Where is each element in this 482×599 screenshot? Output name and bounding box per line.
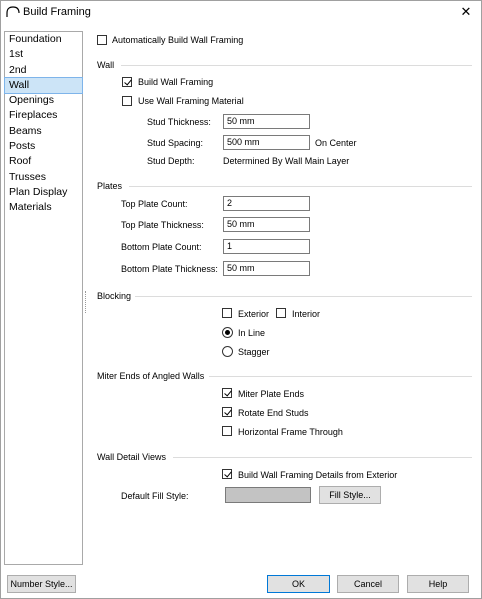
build-wall-framing-label: Build Wall Framing (138, 77, 214, 87)
stagger-label: Stagger (238, 347, 270, 357)
number-style-button[interactable]: Number Style... (7, 575, 76, 593)
sidebar-item-plan-display[interactable]: Plan Display (5, 185, 82, 200)
sidebar-item-foundation[interactable]: Foundation (5, 32, 82, 47)
close-icon: ✕ (460, 4, 472, 19)
build-details-checkbox[interactable] (222, 469, 232, 479)
build-wall-framing-checkbox[interactable] (122, 77, 132, 87)
app-arch-icon (6, 6, 20, 17)
in-line-radio[interactable] (222, 327, 233, 338)
build-framing-dialog: Build Framing ✕ Foundation 1st 2nd Wall Open… (0, 0, 482, 599)
cancel-button[interactable]: Cancel (337, 575, 399, 593)
detail-views-group-title: Wall Detail Views (97, 452, 167, 462)
sidebar-item-2nd[interactable]: 2nd (5, 63, 82, 78)
default-fill-style-label: Default Fill Style: (121, 491, 189, 501)
sidebar-item-openings[interactable]: Openings (5, 93, 82, 108)
horizontal-frame-label: Horizontal Frame Through (238, 427, 343, 437)
blocking-group-title: Blocking (97, 291, 132, 301)
ok-button[interactable]: OK (267, 575, 330, 593)
stud-thickness-input[interactable]: 50 mm (223, 114, 310, 129)
category-list: Foundation 1st 2nd Wall Openings Fireplaces Be… (4, 31, 83, 565)
stud-depth-label: Stud Depth: (147, 156, 195, 166)
stud-depth-value: Determined By Wall Main Layer (223, 156, 350, 166)
use-framing-material-label: Use Wall Framing Material (138, 96, 244, 106)
sidebar-item-wall[interactable]: Wall (4, 76, 83, 95)
exterior-label: Exterior (238, 309, 270, 319)
miter-group-divider (209, 376, 472, 377)
detail-views-group-divider (173, 457, 472, 458)
top-plate-thickness-input[interactable]: 50 mm (223, 217, 310, 232)
bottom-plate-count-input[interactable]: 1 (223, 239, 310, 254)
horizontal-frame-checkbox[interactable] (222, 426, 232, 436)
sidebar-item-roof[interactable]: Roof (5, 154, 82, 169)
close-button[interactable]: ✕ (451, 1, 481, 25)
exterior-checkbox[interactable] (222, 308, 232, 318)
auto-build-checkbox[interactable] (97, 35, 107, 45)
stud-spacing-label: Stud Spacing: (147, 138, 204, 148)
interior-checkbox[interactable] (276, 308, 286, 318)
stud-spacing-suffix: On Center (315, 138, 357, 148)
top-plate-thickness-label: Top Plate Thickness: (121, 220, 204, 230)
auto-build-label: Automatically Build Wall Framing (112, 35, 244, 45)
stud-thickness-label: Stud Thickness: (147, 117, 211, 127)
sidebar-item-materials[interactable]: Materials (5, 200, 82, 215)
sidebar-item-posts[interactable]: Posts (5, 139, 82, 154)
miter-plate-ends-label: Miter Plate Ends (238, 389, 305, 399)
wall-group-title: Wall (97, 60, 115, 70)
help-button[interactable]: Help (407, 575, 469, 593)
plates-group-divider (129, 186, 472, 187)
blocking-group-divider (135, 296, 472, 297)
wall-group-divider (121, 65, 472, 66)
bottom-plate-thickness-input[interactable]: 50 mm (223, 261, 310, 276)
use-framing-material-checkbox[interactable] (122, 96, 132, 106)
top-plate-count-label: Top Plate Count: (121, 199, 188, 209)
fill-style-button[interactable]: Fill Style... (319, 486, 381, 504)
miter-plate-ends-checkbox[interactable] (222, 388, 232, 398)
sidebar-item-fireplaces[interactable]: Fireplaces (5, 108, 82, 123)
splitter-grip[interactable] (85, 291, 88, 313)
fill-style-swatch[interactable] (225, 487, 311, 503)
stagger-radio[interactable] (222, 346, 233, 357)
window-title: Build Framing (23, 6, 91, 18)
title-bar: Build Framing ✕ (1, 1, 481, 25)
sidebar-item-beams[interactable]: Beams (5, 124, 82, 139)
plates-group-title: Plates (97, 181, 123, 191)
bottom-plate-count-label: Bottom Plate Count: (121, 242, 202, 252)
rotate-end-studs-label: Rotate End Studs (238, 408, 309, 418)
sidebar-item-1st[interactable]: 1st (5, 47, 82, 62)
rotate-end-studs-checkbox[interactable] (222, 407, 232, 417)
miter-group-title: Miter Ends of Angled Walls (97, 371, 205, 381)
in-line-label: In Line (238, 328, 266, 338)
top-plate-count-input[interactable]: 2 (223, 196, 310, 211)
bottom-plate-thickness-label: Bottom Plate Thickness: (121, 264, 218, 274)
stud-spacing-input[interactable]: 500 mm (223, 135, 310, 150)
interior-label: Interior (292, 309, 321, 319)
sidebar-item-trusses[interactable]: Trusses (5, 170, 82, 185)
build-details-label: Build Wall Framing Details from Exterior (238, 470, 398, 480)
